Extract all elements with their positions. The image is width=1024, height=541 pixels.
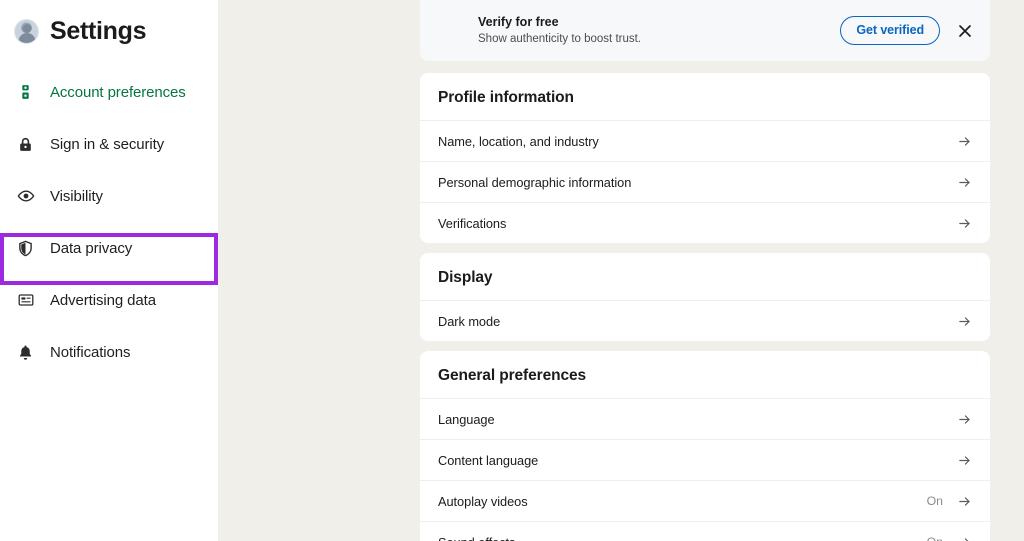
- section-title: General preferences: [438, 367, 587, 384]
- banner-title: Verify for free: [478, 14, 559, 29]
- sidebar-item-data-privacy[interactable]: Data privacy: [0, 222, 218, 274]
- row-verifications[interactable]: Verifications: [420, 202, 990, 243]
- get-verified-button[interactable]: Get verified: [840, 16, 940, 45]
- sidebar-item-label: Advertising data: [50, 291, 156, 309]
- arrow-right-icon: [957, 216, 972, 231]
- advertising-card-icon: [15, 290, 36, 311]
- section-title: Display: [438, 269, 493, 286]
- section-display: Display Dark mode: [420, 253, 990, 341]
- sidebar-item-label: Account preferences: [50, 83, 186, 101]
- sidebar-item-label: Visibility: [50, 187, 103, 205]
- settings-sidebar: Settings Account preferences Sign in & s…: [0, 0, 218, 541]
- page-title: Settings: [50, 17, 147, 45]
- row-sound-effects[interactable]: Sound effects On: [420, 521, 990, 541]
- arrow-right-icon: [957, 314, 972, 329]
- section-title: Profile information: [438, 89, 574, 106]
- account-preferences-icon: [15, 82, 36, 103]
- sidebar-item-label: Data privacy: [50, 239, 133, 257]
- lock-icon: [15, 134, 36, 155]
- row-label: Verifications: [438, 215, 507, 231]
- row-content-language[interactable]: Content language: [420, 439, 990, 480]
- row-dark-mode[interactable]: Dark mode: [420, 300, 990, 341]
- sidebar-item-notifications[interactable]: Notifications: [0, 326, 218, 378]
- row-autoplay-videos[interactable]: Autoplay videos On: [420, 480, 990, 521]
- settings-page: Settings Account preferences Sign in & s…: [0, 0, 1024, 541]
- banner-text: Verify for free Show authenticity to boo…: [478, 14, 840, 48]
- sidebar-header: Settings: [0, 0, 218, 52]
- settings-nav: Account preferences Sign in & security V…: [0, 66, 218, 378]
- bell-icon: [15, 342, 36, 363]
- close-icon[interactable]: [954, 20, 976, 42]
- sidebar-item-label: Sign in & security: [50, 135, 165, 153]
- arrow-right-icon: [957, 535, 972, 541]
- arrow-right-icon: [957, 494, 972, 509]
- arrow-right-icon: [957, 134, 972, 149]
- arrow-right-icon: [957, 412, 972, 427]
- row-label: Dark mode: [438, 313, 501, 329]
- verify-banner: Verify for free Show authenticity to boo…: [420, 0, 990, 61]
- settings-main-column: Verify for free Show authenticity to boo…: [420, 0, 990, 541]
- row-value: On: [926, 494, 943, 508]
- row-label: Sound effects: [438, 535, 927, 541]
- sidebar-item-advertising-data[interactable]: Advertising data: [0, 274, 218, 326]
- row-language[interactable]: Language: [420, 398, 990, 439]
- eye-icon: [15, 186, 36, 207]
- section-general-preferences: General preferences Language Content lan…: [420, 351, 990, 541]
- sidebar-item-account-preferences[interactable]: Account preferences: [0, 66, 218, 118]
- row-label: Personal demographic information: [438, 174, 632, 190]
- arrow-right-icon: [957, 175, 972, 190]
- row-label: Autoplay videos: [438, 493, 528, 509]
- sidebar-item-label: Notifications: [50, 343, 131, 361]
- profile-avatar-icon[interactable]: [14, 19, 39, 44]
- row-label: Content language: [438, 452, 539, 468]
- arrow-right-icon: [957, 453, 972, 468]
- content-canvas: Verify for free Show authenticity to boo…: [218, 0, 1024, 541]
- row-personal-demographic-information[interactable]: Personal demographic information: [420, 161, 990, 202]
- shield-icon: [15, 238, 36, 259]
- row-label: Name, location, and industry: [438, 133, 599, 149]
- sidebar-item-visibility[interactable]: Visibility: [0, 170, 218, 222]
- banner-subtitle: Show authenticity to boost trust.: [478, 33, 642, 46]
- row-label: Language: [438, 411, 495, 427]
- sidebar-item-sign-in-security[interactable]: Sign in & security: [0, 118, 218, 170]
- section-profile-information: Profile information Name, location, and …: [420, 73, 990, 243]
- row-value: On: [927, 535, 943, 541]
- row-name-location-industry[interactable]: Name, location, and industry: [420, 120, 990, 161]
